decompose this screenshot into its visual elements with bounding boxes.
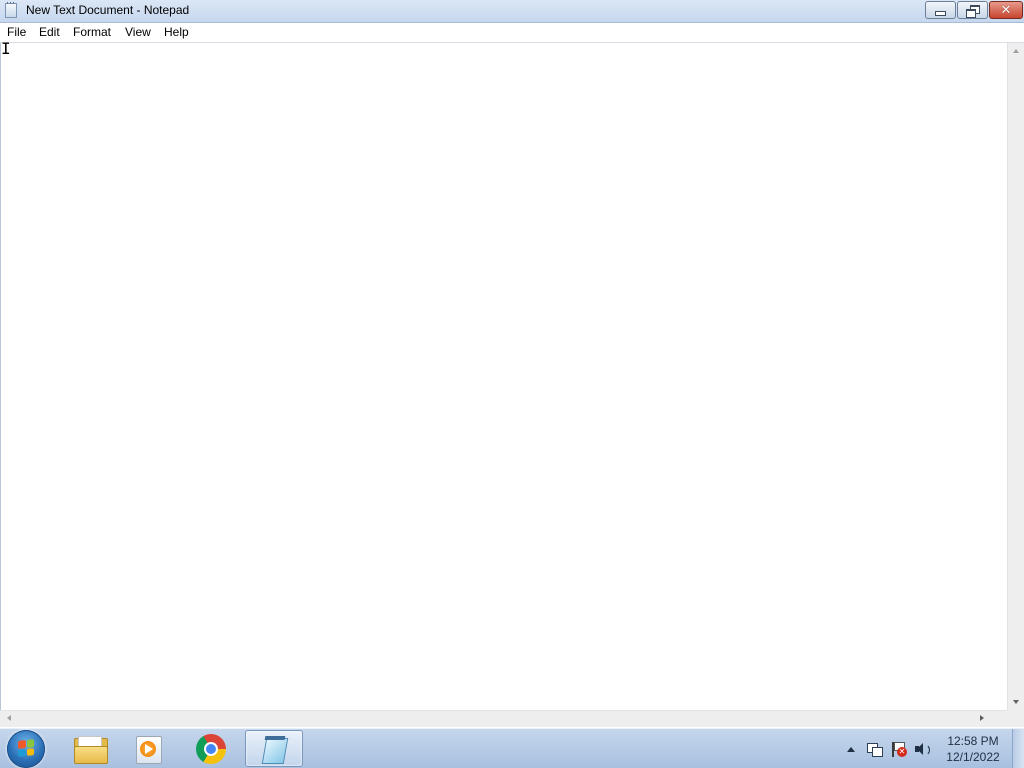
menu-file[interactable]: File: [7, 25, 26, 39]
scroll-left-icon[interactable]: [7, 715, 11, 721]
taskbar-media-player-button[interactable]: [121, 730, 179, 767]
menu-edit[interactable]: Edit: [39, 25, 60, 39]
scroll-down-icon[interactable]: [1013, 700, 1019, 704]
menu-view[interactable]: View: [125, 25, 151, 39]
window-title: New Text Document - Notepad: [26, 3, 190, 17]
menu-format[interactable]: Format: [73, 25, 111, 39]
scroll-right-icon[interactable]: [980, 715, 984, 721]
show-hidden-icons-arrow[interactable]: [847, 747, 855, 752]
system-clock[interactable]: 12:58 PM 12/1/2022: [938, 733, 1008, 765]
taskbar: ✕ 12:58 PM 12/1/2022: [0, 728, 1024, 768]
notepad-window: New Text Document - Notepad ✕ File Edit …: [0, 0, 1024, 728]
menu-bar: File Edit Format View Help: [0, 23, 1024, 43]
vertical-scrollbar[interactable]: [1007, 43, 1024, 710]
restore-button[interactable]: [957, 1, 988, 19]
taskbar-notepad-button[interactable]: [245, 730, 303, 767]
taskbar-explorer-button[interactable]: [60, 730, 118, 767]
clock-date: 12/1/2022: [946, 750, 1000, 764]
minimize-icon: [935, 10, 946, 16]
notepad-icon: [261, 736, 289, 764]
windows-logo-icon: [18, 739, 34, 757]
taskbar-chrome-button[interactable]: [183, 730, 241, 767]
text-editor-area[interactable]: I: [0, 39, 1007, 710]
folder-icon: [74, 736, 108, 764]
close-icon: ✕: [1000, 2, 1012, 18]
minimize-button[interactable]: [925, 1, 956, 19]
horizontal-scrollbar[interactable]: [0, 710, 1007, 727]
close-button[interactable]: ✕: [989, 1, 1023, 19]
chrome-icon: [196, 734, 226, 764]
show-desktop-button[interactable]: [1012, 729, 1024, 768]
network-icon[interactable]: [866, 741, 883, 757]
scrollbar-corner: [1007, 710, 1024, 727]
menu-help[interactable]: Help: [164, 25, 189, 39]
media-player-icon: [136, 736, 162, 764]
restore-icon: [966, 4, 980, 18]
text-cursor-icon: I: [1, 39, 11, 58]
title-bar[interactable]: New Text Document - Notepad ✕: [0, 0, 1024, 23]
volume-icon[interactable]: [914, 741, 930, 757]
scroll-up-icon[interactable]: [1013, 49, 1019, 53]
clock-time: 12:58 PM: [947, 734, 999, 748]
start-button[interactable]: [7, 730, 45, 768]
action-center-flag-icon[interactable]: ✕: [890, 741, 907, 757]
notepad-icon[interactable]: [5, 2, 17, 18]
